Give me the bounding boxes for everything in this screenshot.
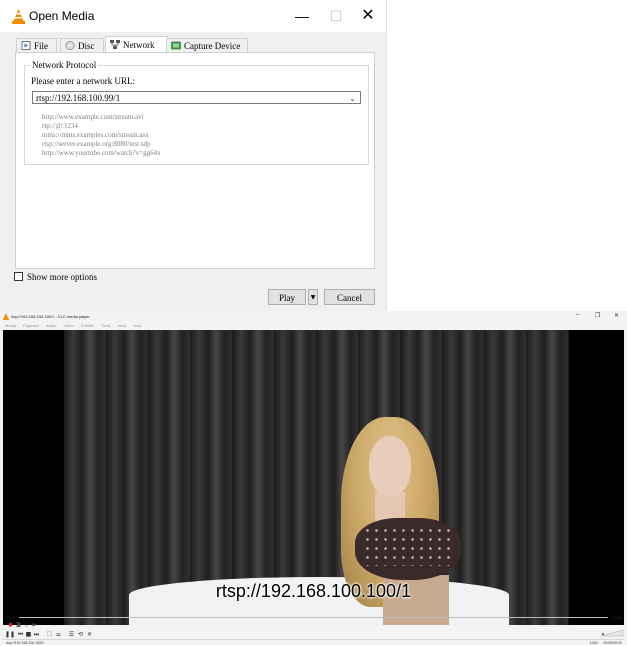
menu-media[interactable]: Media: [5, 323, 16, 328]
loop-icon[interactable]: ⟲: [77, 631, 84, 638]
volume-slider[interactable]: [600, 629, 624, 637]
menu-tools[interactable]: Tools: [101, 323, 110, 328]
tab-file[interactable]: File: [16, 38, 57, 53]
tab-disc-label: Disc: [78, 41, 95, 51]
url-examples: http://www.example.com/stream.avi rtp://…: [42, 113, 161, 158]
network-url-value: rtsp://192.168.100.99/1: [36, 93, 121, 103]
mannequin-face: [369, 436, 411, 496]
playback-speed[interactable]: 1.00x: [589, 641, 598, 645]
dialog-title: Open Media: [29, 9, 95, 23]
next-icon[interactable]: ⏭: [33, 631, 40, 638]
previous-icon[interactable]: ⏮: [17, 631, 24, 638]
network-protocol-group: Network Protocol Please enter a network …: [24, 60, 369, 165]
tab-file-label: File: [34, 41, 49, 51]
extended-settings-icon[interactable]: ⚌: [55, 631, 62, 638]
chevron-down-icon[interactable]: ⌄: [349, 92, 356, 105]
snapshot-icon[interactable]: ◙: [15, 622, 22, 629]
show-more-options-checkbox[interactable]: [14, 272, 23, 281]
open-media-dialog: Open Media — ☐ ✕ File Disc Network Captu…: [0, 0, 387, 312]
tab-capture-device-label: Capture Device: [184, 41, 241, 51]
close-button[interactable]: ✕: [353, 5, 383, 27]
status-time: 00:00/00:00: [603, 641, 623, 645]
frame-step-icon[interactable]: ▶: [31, 622, 38, 629]
file-icon: [21, 41, 31, 50]
url-example: http://www.yourtube.com/watch?v=gg64x: [42, 149, 161, 157]
seek-slider[interactable]: [19, 617, 608, 618]
chevron-down-icon: ▼: [310, 294, 316, 301]
show-more-options-label: Show more options: [27, 272, 98, 282]
vlc-cone-icon: [3, 313, 9, 320]
pause-icon[interactable]: ❚❚: [5, 631, 15, 638]
url-example: mms://mms.examples.com/stream.asx: [42, 131, 149, 139]
show-more-options[interactable]: Show more options: [14, 272, 97, 282]
player-window-title: rtsp://192.168.100.100/1 - VLC media pla…: [11, 314, 90, 319]
menu-help[interactable]: Help: [133, 323, 141, 328]
tab-network[interactable]: Network: [105, 36, 168, 53]
mannequin-collar-pattern: [363, 526, 453, 566]
elapsed-time: 00:00: [5, 615, 16, 620]
seek-bar-row: 00:00 00:00: [3, 613, 624, 621]
tab-disc[interactable]: Disc: [60, 38, 104, 53]
url-example: http://www.example.com/stream.avi: [42, 113, 144, 121]
menu-subtitle[interactable]: Subtitle: [81, 323, 94, 328]
capture-device-icon: [171, 41, 181, 50]
stop-icon[interactable]: ■: [25, 631, 32, 638]
menu-video[interactable]: Video: [64, 323, 74, 328]
network-icon: [110, 40, 120, 49]
player-close-button[interactable]: ✕: [614, 312, 619, 319]
menu-audio[interactable]: Audio: [46, 323, 56, 328]
loop-ab-icon[interactable]: ▯: [23, 622, 30, 629]
playlist-icon[interactable]: ☰: [68, 631, 75, 638]
minimize-button[interactable]: —: [287, 5, 317, 27]
player-restore-button[interactable]: ❐: [595, 312, 600, 319]
tab-capture-device[interactable]: Capture Device: [166, 38, 248, 53]
record-icon[interactable]: ●: [7, 622, 14, 629]
stream-url-overlay: rtsp://192.168.100.100/1: [215, 581, 412, 601]
total-time: 00:00: [611, 615, 622, 620]
vlc-cone-icon: [12, 9, 25, 24]
maximize-button[interactable]: ☐: [321, 5, 351, 27]
vlc-player-window: rtsp://192.168.100.100/1 - VLC media pla…: [0, 311, 627, 645]
play-button[interactable]: Play: [268, 289, 306, 305]
fullscreen-icon[interactable]: ⛶: [46, 631, 53, 638]
video-area[interactable]: rtsp://192.168.100.100/1: [3, 330, 624, 625]
status-url: rtsp://192.168.100.100/1: [6, 641, 44, 645]
group-title: Network Protocol: [30, 60, 99, 70]
tab-network-label: Network: [123, 40, 155, 50]
disc-icon: [65, 41, 75, 50]
url-prompt-label: Please enter a network URL:: [31, 76, 135, 86]
shuffle-icon[interactable]: ✕: [86, 631, 93, 638]
network-url-combobox[interactable]: rtsp://192.168.100.99/1 ⌄: [32, 91, 361, 104]
network-tab-panel: Network Protocol Please enter a network …: [15, 52, 375, 269]
menu-bar: Media Playback Audio Video Subtitle Tool…: [5, 323, 148, 328]
player-minimize-button[interactable]: –: [576, 312, 579, 318]
menu-view[interactable]: View: [118, 323, 127, 328]
cancel-button[interactable]: Cancel: [324, 289, 375, 305]
dialog-titlebar: Open Media — ☐ ✕: [0, 0, 386, 32]
play-dropdown-button[interactable]: ▼: [308, 289, 318, 305]
menu-playback[interactable]: Playback: [23, 323, 39, 328]
url-example: rtp://@:1234: [42, 122, 79, 130]
url-example: rtsp://server.example.org:8080/test.sdp: [42, 140, 151, 148]
